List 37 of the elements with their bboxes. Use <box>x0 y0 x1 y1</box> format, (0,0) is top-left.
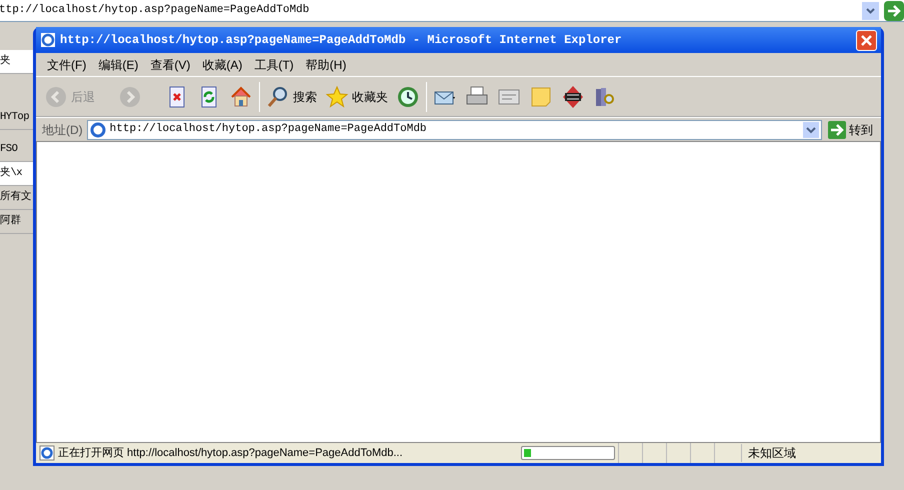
browser-icon <box>40 32 56 48</box>
house-icon <box>229 84 253 108</box>
address-text: ttp://localhost/hytop.asp?pageName=PageAddToMdb <box>0 3 310 18</box>
go-button[interactable]: 转到 <box>826 120 875 138</box>
note-icon <box>529 84 553 108</box>
star-icon <box>325 84 349 108</box>
page-text-fragment: FSO <box>0 142 18 157</box>
close-icon <box>861 34 872 46</box>
address-field[interactable]: http://localhost/hytop.asp?pageName=PageAddToMdb <box>86 120 822 140</box>
search-icon <box>266 84 290 108</box>
menu-item[interactable]: 编辑(E) <box>93 56 144 74</box>
status-text: 正在打开网页 http://localhost/hytop.asp?pageName=PageAddToMdb... <box>58 446 404 461</box>
menu-item[interactable]: 工具(T) <box>249 56 299 74</box>
page-text-fragment: 夹 <box>0 54 10 69</box>
browser-icon <box>90 122 106 138</box>
menu-item[interactable]: 文件(F) <box>42 56 92 74</box>
toolbar-button[interactable]: 收藏夹 <box>323 80 390 112</box>
clock-icon <box>396 84 420 108</box>
page-icon <box>39 445 55 461</box>
dropdown-button[interactable] <box>862 2 879 20</box>
page-text-fragment: 所有文 <box>0 190 32 205</box>
page-text-fragment: 阿群 <box>0 214 21 229</box>
page-text-fragment: 夹\x <box>0 166 22 181</box>
window-title: http://localhost/hytop.asp?pageName=PageAddToMdb - Microsoft Internet Explorer <box>60 32 623 49</box>
menu-item[interactable]: 帮助(H) <box>300 56 352 74</box>
right-arrow-icon <box>828 120 846 138</box>
go-button[interactable] <box>884 0 904 20</box>
toolbar-button[interactable]: 搜索 <box>264 80 319 112</box>
address-label: 地址(D) <box>42 122 83 138</box>
menu-item[interactable]: 收藏(A) <box>197 56 248 74</box>
dropdown-caret-icon[interactable] <box>803 122 819 138</box>
caret-icon <box>866 8 875 14</box>
right-arrow-icon <box>887 4 901 16</box>
security-zone-text: 未知区域 <box>741 444 878 462</box>
close-button[interactable] <box>856 30 877 50</box>
menu-item[interactable]: 查看(V) <box>145 56 196 74</box>
page-text-fragment: HYTop <box>0 110 30 125</box>
